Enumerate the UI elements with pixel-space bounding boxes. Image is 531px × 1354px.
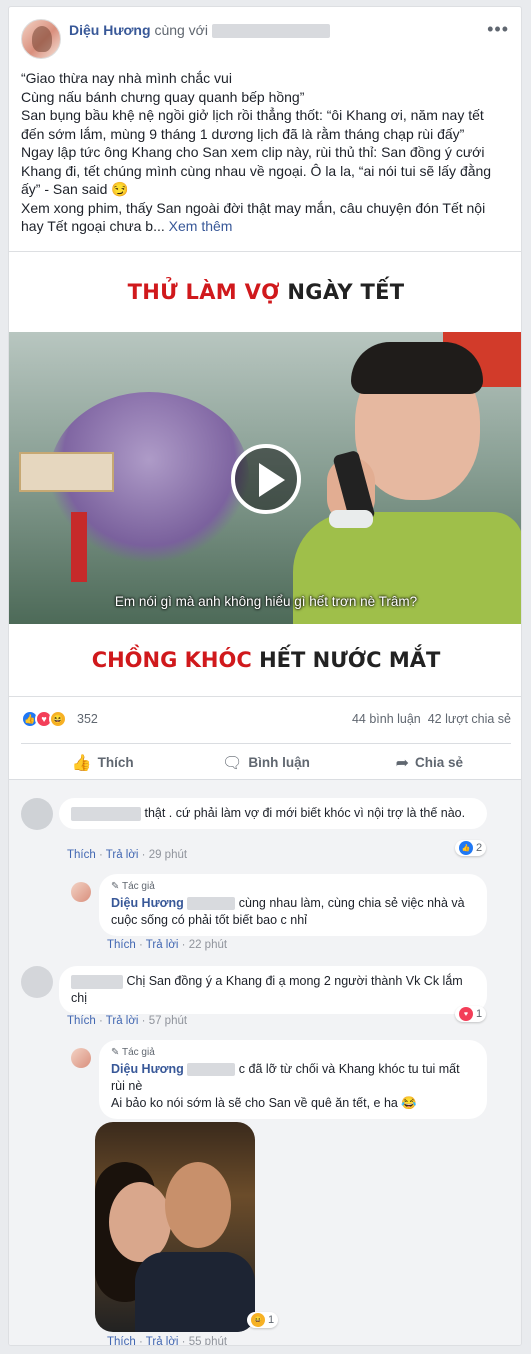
thumbs-up-icon: 👍 — [71, 754, 92, 772]
comment-reaction-count: 2 — [476, 842, 483, 854]
author-badge: ✎ Tác giả — [111, 881, 155, 892]
photo-face-woman — [109, 1182, 171, 1262]
background-sign — [19, 452, 114, 492]
mention-redacted — [187, 897, 236, 911]
reply-text-2: Ai bảo ko nói sớm là sẽ cho San về quê ă… — [111, 1096, 417, 1110]
comments-section: thật . cứ phải làm vợ đi mới biết khóc v… — [9, 779, 521, 1346]
comment-meta: Thích · Trả lời · 29 phút — [67, 849, 188, 861]
like-button[interactable]: 👍 Thích — [21, 744, 184, 775]
commenter-avatar[interactable] — [21, 966, 53, 998]
comment-time[interactable]: 29 phút — [149, 849, 187, 861]
author-avatar-small[interactable] — [71, 1048, 91, 1068]
play-icon[interactable] — [231, 444, 301, 514]
love-reaction-icon: ♥ — [459, 1007, 473, 1021]
author-line: Diệu Hương cùng với — [69, 22, 330, 39]
reply-author-name[interactable]: Diệu Hương — [111, 896, 184, 910]
video-subtitle: Em nói gì mà anh không hiểu gì hết trơn … — [114, 594, 418, 609]
post-actions: 👍 Thích 🗨 Bình luận ➦ Chia sẻ — [21, 743, 511, 775]
reply-author-name[interactable]: Diệu Hương — [111, 1062, 184, 1076]
post-line: San bụng bầu khệ nệ ngồi giở lịch rồi th… — [21, 107, 484, 142]
commenter-avatar[interactable] — [21, 798, 53, 830]
reply-reaction-count: 1 — [268, 1314, 275, 1326]
comment-reply-link[interactable]: Trả lời — [106, 849, 139, 861]
video-media[interactable]: THỬ LÀM VỢ NGÀY TẾT Em nói gì mà anh khô… — [9, 251, 521, 697]
reply-time[interactable]: 55 phút — [189, 1336, 227, 1345]
reaction-icons[interactable]: 👍 ♥ 😆 — [21, 710, 67, 728]
comment-label: Bình luận — [248, 755, 310, 770]
video-frame[interactable]: Em nói gì mà anh không hiểu gì hết trơn … — [9, 332, 521, 624]
post-body: “Giao thừa nay nhà mình chắc vui Cùng nấ… — [9, 65, 521, 236]
man-on-phone — [293, 342, 521, 624]
haha-reaction-icon: 😆 — [49, 710, 67, 728]
comment-bubble: Chị San đồng ý a Khang đi ạ mong 2 người… — [59, 966, 487, 1014]
comment-time[interactable]: 57 phút — [149, 1015, 187, 1027]
tagged-friend-redacted — [211, 24, 330, 39]
like-label: Thích — [97, 755, 134, 770]
post-line: Xem xong phim, thấy San ngoài đời thật m… — [21, 199, 509, 236]
photo-face-man — [165, 1162, 231, 1248]
author-badge-label: Tác giả — [121, 881, 155, 892]
author-badge: ✎ Tác giả — [111, 1047, 155, 1058]
comment-button[interactable]: 🗨 Bình luận — [184, 744, 347, 775]
share-label: Chia sẻ — [415, 755, 464, 770]
reply-meta: Thích · Trả lời · 22 phút — [107, 939, 228, 951]
comment-reaction-count: 1 — [476, 1008, 483, 1020]
share-icon: ➦ — [395, 754, 409, 772]
comments-count-link[interactable]: 44 bình luận — [352, 712, 421, 726]
share-button[interactable]: ➦ Chia sẻ — [348, 744, 511, 775]
bottom-title-red: CHỒNG KHÓC — [91, 648, 252, 672]
reply-meta: Thích · Trả lời · 55 phút — [107, 1336, 228, 1346]
commenter-name-redacted[interactable] — [71, 806, 141, 821]
see-more-link[interactable]: Xem thêm — [169, 218, 233, 234]
reply-photo[interactable] — [95, 1122, 255, 1332]
post-line: “Giao thừa nay nhà mình chắc vui — [21, 70, 232, 86]
video-title-red: THỬ LÀM VỢ — [127, 280, 280, 304]
comment-text: Chị San đồng ý a Khang đi ạ mong 2 người… — [71, 974, 463, 1005]
reply-bubble: ✎ Tác giả Diệu Hương cùng nhau làm, cùng… — [99, 874, 487, 936]
like-reaction-icon: 👍 — [459, 841, 473, 855]
comment-icon: 🗨 — [222, 754, 243, 772]
watch — [329, 510, 373, 528]
author-name[interactable]: Diệu Hương — [69, 22, 151, 38]
photo-shirt — [135, 1252, 255, 1332]
comment-bubble: thật . cứ phải làm vợ đi mới biết khóc v… — [59, 798, 487, 829]
mention-redacted — [187, 1063, 236, 1077]
red-banner — [71, 512, 87, 582]
comment-reply-link[interactable]: Trả lời — [106, 1015, 139, 1027]
shares-count-link[interactable]: 42 lượt chia sẻ — [428, 712, 511, 726]
reply-time[interactable]: 22 phút — [189, 939, 227, 951]
commenter-name-redacted[interactable] — [71, 974, 123, 989]
post-line-text: Xem xong phim, thấy San ngoài đời thật m… — [21, 199, 486, 235]
bottom-title-dark: HẾT NƯỚC MẮT — [259, 648, 441, 672]
comment-share-count: 44 bình luận 42 lượt chia sẻ — [352, 712, 511, 726]
with-label: cùng với — [154, 22, 208, 38]
post-card: Diệu Hương cùng với ••• “Giao thừa nay n… — [8, 6, 522, 1346]
post-line: Cùng nấu bánh chưng quay quanh bếp hồng” — [21, 88, 305, 105]
video-title-banner: THỬ LÀM VỢ NGÀY TẾT — [9, 252, 521, 332]
comment-text: thật . cứ phải làm vợ đi mới biết khóc v… — [144, 806, 466, 820]
comment-reactions[interactable]: ♥ 1 — [455, 1006, 487, 1022]
haha-reaction-icon: 😆 — [251, 1313, 265, 1327]
comment-reactions[interactable]: 👍 2 — [455, 840, 487, 856]
more-horizontal-icon[interactable]: ••• — [487, 19, 509, 40]
video-bottom-banner: CHỒNG KHÓC HẾT NƯỚC MẮT — [9, 624, 521, 696]
comment-like-link[interactable]: Thích — [67, 1015, 96, 1027]
reply-like-link[interactable]: Thích — [107, 939, 136, 951]
reply-reactions[interactable]: 😆 1 — [247, 1312, 279, 1328]
reply-reply-link[interactable]: Trả lời — [146, 1336, 179, 1345]
reply-bubble: ✎ Tác giả Diệu Hương c đã lỡ từ chối và … — [99, 1040, 487, 1119]
post-stats: 👍 ♥ 😆 352 44 bình luận 42 lượt chia sẻ — [9, 707, 521, 733]
comment-meta: Thích · Trả lời · 57 phút — [67, 1015, 188, 1027]
reply-like-link[interactable]: Thích — [107, 1336, 136, 1345]
author-avatar[interactable] — [21, 19, 61, 59]
author-avatar-small[interactable] — [71, 882, 91, 902]
reaction-count[interactable]: 352 — [77, 712, 98, 726]
author-badge-label: Tác giả — [121, 1047, 155, 1058]
hair — [351, 342, 483, 394]
reply-reply-link[interactable]: Trả lời — [146, 939, 179, 951]
comment-like-link[interactable]: Thích — [67, 849, 96, 861]
video-title-dark: NGÀY TẾT — [287, 280, 405, 304]
post-header: Diệu Hương cùng với ••• — [9, 7, 521, 65]
post-line: Ngay lập tức ông Khang cho San xem clip … — [21, 144, 492, 197]
